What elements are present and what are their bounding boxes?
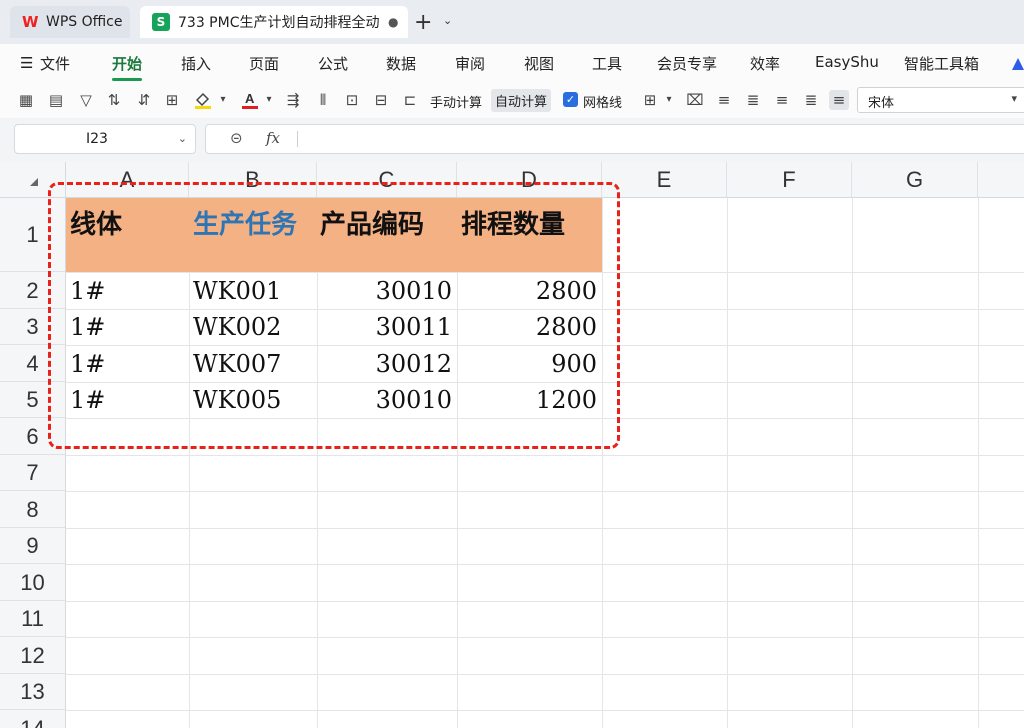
ai-assistant-icon[interactable] (1012, 58, 1024, 70)
split-icon[interactable]: ⦀ (313, 90, 333, 110)
formula-separator (297, 131, 298, 147)
font-name-value: 宋体 (868, 96, 895, 111)
gridline (66, 674, 1024, 675)
menu-page[interactable]: 页面 (249, 53, 279, 74)
menu-bar: ☰ 文件 开始 插入 页面 公式 数据 审阅 视图 工具 会员专享 效率 Eas… (0, 44, 1024, 82)
row-header-9[interactable]: 9 (0, 528, 66, 564)
column-header-e[interactable]: E (602, 162, 727, 198)
highlight-dashed-border (48, 182, 620, 449)
row-header-7[interactable]: 7 (0, 455, 66, 491)
menu-efficiency[interactable]: 效率 (750, 53, 780, 74)
row-header-10[interactable]: 10 (0, 564, 66, 601)
fill-color-dropdown-icon[interactable]: ▾ (213, 90, 233, 110)
formula-input[interactable]: ⊝ fx (205, 124, 1024, 154)
gridlines-label: 网格线 (583, 96, 623, 111)
row-header-12[interactable]: 12 (0, 637, 66, 674)
borders-icon[interactable]: ⊞ (162, 90, 182, 110)
gridline (66, 491, 1024, 492)
menu-data[interactable]: 数据 (386, 53, 416, 74)
menu-file[interactable]: 文件 (40, 53, 70, 74)
row-header-13[interactable]: 13 (0, 674, 66, 710)
gridline (66, 637, 1024, 638)
gridline (66, 601, 1024, 602)
align-right-icon[interactable]: ≣ (801, 90, 821, 110)
tab-list-chevron-icon[interactable]: ⌄ (443, 14, 452, 27)
menu-easyshu[interactable]: EasyShu (815, 53, 879, 71)
freeze-icon[interactable]: ⊏ (400, 90, 420, 110)
font-chevron-down-icon: ▾ (1011, 92, 1017, 105)
table-style-icon[interactable]: ⊟ (371, 90, 391, 110)
menu-insert[interactable]: 插入 (181, 53, 211, 74)
column-header-f[interactable]: F (727, 162, 852, 198)
paste-values-icon[interactable]: ▦ (16, 90, 36, 110)
document-title: 733 PMC生产计划自动排程全动 (178, 15, 380, 31)
spreadsheet-grid[interactable]: A B C D E F G 1 2 3 4 5 6 7 8 9 10 11 12… (0, 162, 1024, 728)
column-header-g[interactable]: G (852, 162, 978, 198)
active-menu-indicator (112, 78, 142, 81)
gridline (727, 198, 728, 728)
fx-icon[interactable]: fx (266, 129, 280, 147)
unsaved-dot-icon[interactable]: ● (388, 15, 398, 29)
manual-calc-button[interactable]: 手动计算 (430, 92, 482, 111)
zoom-search-icon[interactable]: ⊝ (230, 129, 243, 147)
justify-icon[interactable]: ≡ (829, 90, 849, 110)
name-box-chevron-icon[interactable]: ⌄ (178, 132, 187, 145)
tab-wps-office[interactable]: W WPS Office (10, 6, 130, 38)
merge-icon[interactable]: ⇶ (283, 90, 303, 110)
menu-member[interactable]: 会员专享 (657, 53, 717, 74)
font-color-dropdown-icon[interactable]: ▾ (259, 90, 279, 110)
cell-format-icon[interactable]: ⊞ (640, 90, 660, 110)
gridline (66, 455, 1024, 456)
column-header-h[interactable] (978, 162, 1024, 198)
tab-document[interactable]: S 733 PMC生产计划自动排程全动 ● (140, 6, 408, 38)
fill-color-icon[interactable] (193, 90, 213, 110)
paste-format-icon[interactable]: ▤ (46, 90, 66, 110)
gridline (852, 198, 853, 728)
gridlines-checkbox[interactable]: ✓ (563, 92, 578, 107)
row-header-11[interactable]: 11 (0, 601, 66, 637)
new-tab-button[interactable]: + (414, 10, 432, 35)
filter-icon[interactable]: ▽ (76, 90, 96, 110)
gridline (66, 710, 1024, 711)
row-header-14[interactable]: 14 (0, 710, 66, 728)
spreadsheet-icon: S (152, 13, 170, 31)
select-all-icon (30, 178, 38, 186)
svg-text:A: A (245, 91, 255, 106)
menu-review[interactable]: 审阅 (455, 53, 485, 74)
wrap-icon[interactable]: ⊡ (342, 90, 362, 110)
cell-reference: I23 (86, 131, 108, 147)
menu-view[interactable]: 视图 (524, 53, 554, 74)
gridline (66, 528, 1024, 529)
gridline (66, 564, 1024, 565)
tab-wps-label: WPS Office (46, 14, 123, 30)
hamburger-icon[interactable]: ☰ (20, 54, 33, 72)
menu-tools[interactable]: 工具 (592, 53, 622, 74)
font-color-icon[interactable]: A (240, 90, 260, 110)
menu-home[interactable]: 开始 (112, 53, 142, 74)
font-name-select[interactable]: 宋体 ▾ (857, 87, 1024, 113)
auto-calc-button[interactable]: 自动计算 (491, 89, 552, 112)
name-box[interactable]: I23 ⌄ (14, 124, 196, 154)
align-left-icon[interactable]: ≣ (743, 90, 763, 110)
sort-descending-icon[interactable]: ⇵ (134, 90, 154, 110)
cell-format-dropdown-icon[interactable]: ▾ (659, 90, 679, 110)
menu-formula[interactable]: 公式 (318, 53, 348, 74)
align-center-icon[interactable]: ≡ (772, 90, 792, 110)
clear-format-icon[interactable]: ⌧ (685, 90, 705, 110)
row-header-8[interactable]: 8 (0, 491, 66, 528)
gridline (978, 198, 979, 728)
align-top-icon[interactable]: ≡ (714, 90, 734, 110)
sort-ascending-icon[interactable]: ⇅ (104, 90, 124, 110)
menu-smart-toolbox[interactable]: 智能工具箱 (904, 53, 979, 74)
wps-logo-icon: W (22, 13, 39, 31)
tab-bar: W WPS Office S 733 PMC生产计划自动排程全动 ● + ⌄ (0, 0, 1024, 44)
